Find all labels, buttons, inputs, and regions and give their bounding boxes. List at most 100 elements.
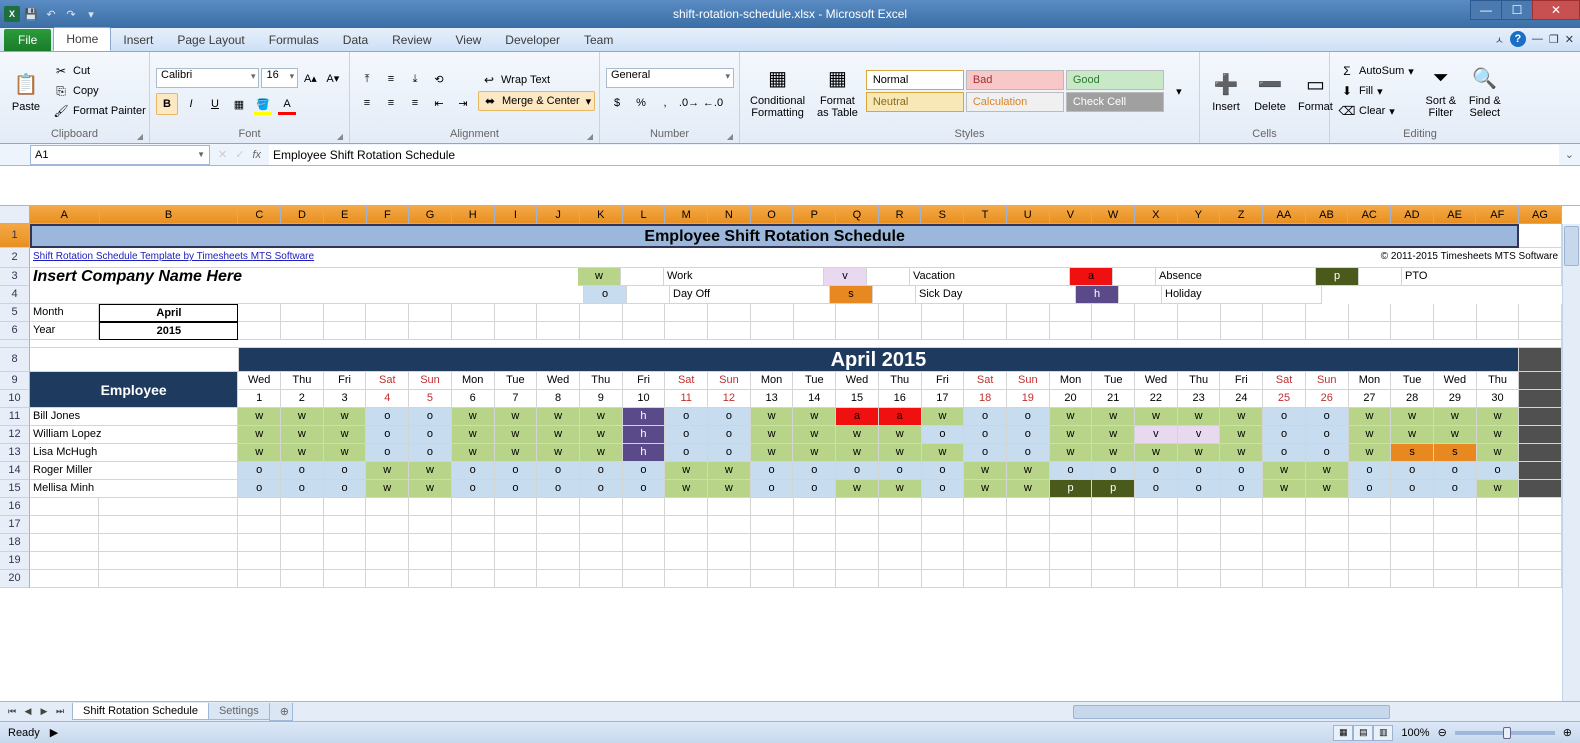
conditional-formatting-button[interactable]: ▦ Conditional Formatting xyxy=(746,54,809,128)
fx-icon[interactable]: fx xyxy=(252,149,261,161)
row-header-13[interactable]: 13 xyxy=(0,444,30,462)
row-header-17[interactable]: 17 xyxy=(0,516,30,534)
font-size-select[interactable]: 16 xyxy=(261,68,298,88)
col-header-Z[interactable]: Z xyxy=(1220,206,1263,224)
sheet-tab-settings[interactable]: Settings xyxy=(208,703,270,720)
column-headers[interactable]: ABCDEFGHIJKLMNOPQRSTUVWXYZAAABACADAEAFAG xyxy=(30,206,1562,224)
paste-button[interactable]: 📋 Paste xyxy=(6,54,46,128)
sheet-nav-next-icon[interactable]: ▶ xyxy=(36,704,52,720)
row-header-7[interactable] xyxy=(0,340,30,348)
row-header-14[interactable]: 14 xyxy=(0,462,30,480)
font-dialog-icon[interactable]: ◢ xyxy=(337,132,343,141)
comma-icon[interactable]: , xyxy=(654,92,676,114)
col-header-N[interactable]: N xyxy=(708,206,751,224)
sheet-tab-new[interactable]: ⊕ xyxy=(269,703,293,721)
row-header-16[interactable]: 16 xyxy=(0,498,30,516)
qat-save-icon[interactable]: 💾 xyxy=(22,5,40,23)
col-header-O[interactable]: O xyxy=(751,206,794,224)
maximize-button[interactable]: ☐ xyxy=(1501,0,1533,20)
col-header-X[interactable]: X xyxy=(1135,206,1178,224)
indent-dec-icon[interactable]: ⇤ xyxy=(428,92,450,114)
col-header-R[interactable]: R xyxy=(879,206,922,224)
autosum-button[interactable]: ΣAutoSum▾ xyxy=(1336,62,1417,80)
col-header-AF[interactable]: AF xyxy=(1476,206,1519,224)
border-button[interactable]: ▦ xyxy=(228,93,250,115)
orientation-icon[interactable]: ⟲ xyxy=(428,68,450,90)
col-header-L[interactable]: L xyxy=(623,206,666,224)
col-header-U[interactable]: U xyxy=(1007,206,1050,224)
file-tab[interactable]: File xyxy=(4,29,51,51)
copy-button[interactable]: ⎘Copy xyxy=(50,82,149,100)
qat-undo-icon[interactable]: ↶ xyxy=(42,5,60,23)
font-color-button[interactable]: A xyxy=(276,93,298,115)
workbook-minimize-icon[interactable]: — xyxy=(1532,33,1543,45)
col-header-A[interactable]: A xyxy=(30,206,100,224)
style-normal[interactable]: Normal xyxy=(866,70,964,90)
delete-cells-button[interactable]: ➖Delete xyxy=(1250,54,1290,128)
styles-more-icon[interactable]: ▾ xyxy=(1168,80,1190,102)
clipboard-dialog-icon[interactable]: ◢ xyxy=(137,132,143,141)
col-header-V[interactable]: V xyxy=(1050,206,1093,224)
format-as-table-button[interactable]: ▦ Format as Table xyxy=(813,54,862,128)
worksheet-grid[interactable]: ABCDEFGHIJKLMNOPQRSTUVWXYZAAABACADAEAFAG… xyxy=(0,206,1580,706)
style-calculation[interactable]: Calculation xyxy=(966,92,1064,112)
zoom-out-icon[interactable]: ⊖ xyxy=(1438,726,1447,739)
shrink-font-icon[interactable]: A▾ xyxy=(323,67,343,89)
row-header-4[interactable]: 4 xyxy=(0,286,30,304)
row-header-3[interactable]: 3 xyxy=(0,268,30,286)
col-header-F[interactable]: F xyxy=(367,206,410,224)
zoom-level[interactable]: 100% xyxy=(1401,727,1429,739)
style-bad[interactable]: Bad xyxy=(966,70,1064,90)
dec-decimal-icon[interactable]: ←.0 xyxy=(702,92,724,114)
hscroll-thumb[interactable] xyxy=(1073,705,1390,719)
horizontal-scrollbar[interactable] xyxy=(312,704,1580,720)
vertical-scrollbar[interactable] xyxy=(1562,224,1580,701)
workbook-restore-icon[interactable]: ❐ xyxy=(1549,33,1559,46)
row-header-1[interactable]: 1 xyxy=(0,224,30,248)
minimize-button[interactable]: — xyxy=(1470,0,1502,20)
ribbon-tab-team[interactable]: Team xyxy=(572,29,625,51)
col-header-H[interactable]: H xyxy=(452,206,495,224)
col-header-P[interactable]: P xyxy=(793,206,836,224)
view-layout-icon[interactable]: ▤ xyxy=(1353,725,1373,741)
col-header-AB[interactable]: AB xyxy=(1306,206,1349,224)
template-link[interactable]: Shift Rotation Schedule Template by Time… xyxy=(30,248,526,268)
zoom-thumb[interactable] xyxy=(1503,727,1511,739)
macro-record-icon[interactable]: ▶ xyxy=(50,726,58,739)
cut-button[interactable]: ✂Cut xyxy=(50,62,149,80)
close-button[interactable]: ✕ xyxy=(1532,0,1580,20)
formula-input[interactable] xyxy=(269,145,1559,165)
ribbon-minimize-icon[interactable]: ㅅ xyxy=(1495,32,1504,47)
select-all-corner[interactable] xyxy=(0,206,30,224)
name-box[interactable]: A1▼ xyxy=(30,145,210,165)
percent-icon[interactable]: % xyxy=(630,92,652,114)
align-right-icon[interactable]: ≡ xyxy=(404,92,426,114)
insert-cells-button[interactable]: ➕Insert xyxy=(1206,54,1246,128)
row-header-8[interactable]: 8 xyxy=(0,348,30,372)
ribbon-tab-view[interactable]: View xyxy=(444,29,494,51)
excel-icon[interactable]: X xyxy=(4,6,20,22)
row-header-18[interactable]: 18 xyxy=(0,534,30,552)
col-header-C[interactable]: C xyxy=(238,206,281,224)
help-icon[interactable]: ? xyxy=(1510,31,1526,47)
cancel-formula-icon[interactable]: ✕ xyxy=(218,148,227,161)
qat-more-icon[interactable]: ▾ xyxy=(82,5,100,23)
row-header-11[interactable]: 11 xyxy=(0,408,30,426)
font-name-select[interactable]: Calibri xyxy=(156,68,259,88)
col-header-AD[interactable]: AD xyxy=(1391,206,1434,224)
indent-inc-icon[interactable]: ⇥ xyxy=(452,92,474,114)
sheet-tab-active[interactable]: Shift Rotation Schedule xyxy=(72,703,209,720)
row-header-6[interactable]: 6 xyxy=(0,322,30,340)
col-header-E[interactable]: E xyxy=(324,206,367,224)
italic-button[interactable]: I xyxy=(180,93,202,115)
sheet-nav-last-icon[interactable]: ⏭ xyxy=(52,704,68,720)
sort-filter-button[interactable]: ⏷Sort & Filter xyxy=(1421,54,1461,128)
row-header-20[interactable]: 20 xyxy=(0,570,30,588)
ribbon-tab-page-layout[interactable]: Page Layout xyxy=(165,29,256,51)
inc-decimal-icon[interactable]: .0→ xyxy=(678,92,700,114)
col-header-AG[interactable]: AG xyxy=(1519,206,1562,224)
col-header-AE[interactable]: AE xyxy=(1434,206,1477,224)
col-header-S[interactable]: S xyxy=(921,206,964,224)
fill-button[interactable]: ⬇Fill▾ xyxy=(1336,82,1417,100)
style-check-cell[interactable]: Check Cell xyxy=(1066,92,1164,112)
